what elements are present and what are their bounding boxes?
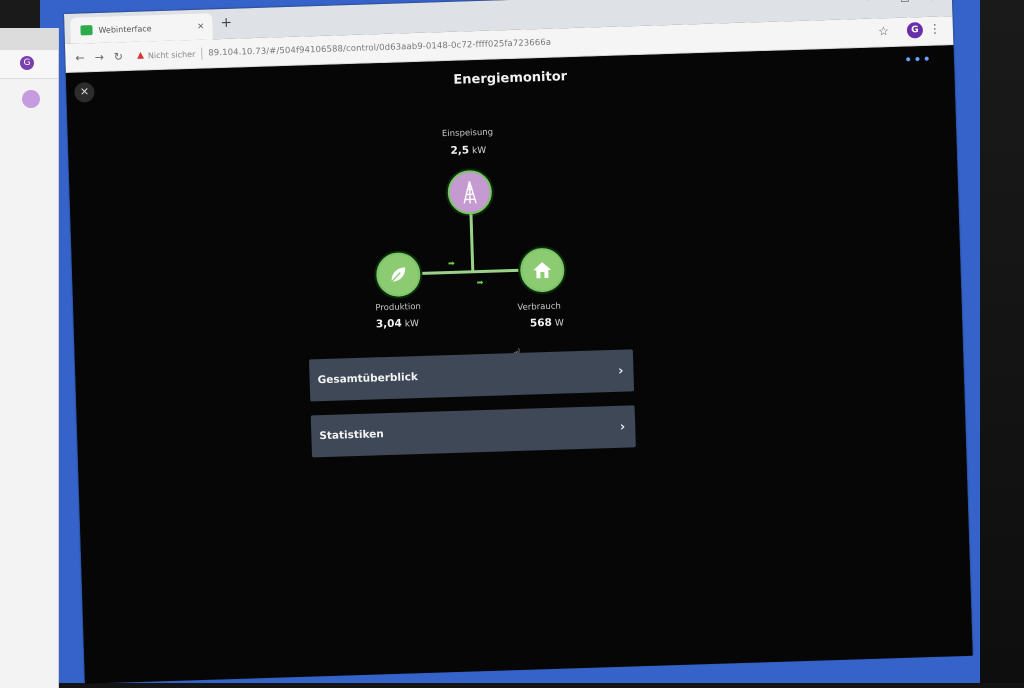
- grid-flow-line: [469, 214, 475, 273]
- chevron-right-icon: ›: [617, 363, 624, 379]
- production-label: Produktion: [375, 301, 422, 314]
- maximize-button[interactable]: ☐: [900, 0, 910, 5]
- url-divider: [201, 47, 203, 60]
- background-profile-icon: [22, 90, 40, 108]
- power-tower-icon: [463, 181, 477, 204]
- production-flow-line: [418, 268, 523, 275]
- menu-item-gesamtueberblick[interactable]: Gesamtüberblick ›: [308, 349, 635, 402]
- grid-label: Einspeisung: [441, 127, 494, 140]
- new-tab-button[interactable]: +: [220, 15, 232, 31]
- grid-value: 2,5 kW: [450, 144, 487, 157]
- security-status[interactable]: Nicht sicher: [148, 49, 196, 59]
- leaf-icon: [391, 267, 406, 283]
- favicon-icon: [80, 25, 93, 36]
- background-avatar: G: [20, 56, 34, 70]
- reload-button[interactable]: ↻: [114, 50, 124, 63]
- tab-close-icon[interactable]: ×: [197, 22, 205, 32]
- grid-node[interactable]: [447, 169, 493, 216]
- production-value: 3,04 kW: [375, 317, 420, 331]
- profile-avatar[interactable]: G: [906, 22, 924, 39]
- app-page: ✕ ••• Energiemonitor Einspeisung 2,5 kW ➡…: [65, 45, 973, 684]
- consumption-label: Verbrauch: [517, 301, 562, 313]
- flow-arrow-icon: ➡: [476, 277, 484, 288]
- window-close-button[interactable]: ×: [930, 0, 940, 4]
- background-tabbar: [0, 28, 58, 50]
- browser-window: Webinterface × + — ☐ × ← → ↻ ▲ Nicht sic…: [64, 0, 973, 684]
- production-node[interactable]: [375, 251, 422, 298]
- menu-item-label: Statistiken: [319, 428, 384, 443]
- tab-title: Webinterface: [98, 23, 152, 35]
- energy-flow-diagram: Einspeisung 2,5 kW ➡ ➡ Produktion 3,04 kW: [349, 109, 576, 336]
- warning-triangle-icon[interactable]: ▲: [137, 51, 144, 61]
- flow-arrow-icon: ➡: [447, 258, 455, 269]
- consumption-value: 568 W: [529, 316, 564, 330]
- chevron-right-icon: ›: [619, 419, 626, 435]
- background-toolbar: G: [0, 50, 58, 79]
- menu-item-label: Gesamtüberblick: [317, 371, 419, 387]
- address-bar[interactable]: 89.104.10.73/#/504f94106588/control/0d63…: [208, 38, 551, 59]
- background-browser-window: G: [0, 28, 59, 688]
- browser-menu-icon[interactable]: ⋮: [929, 21, 941, 35]
- house-icon: [533, 262, 552, 279]
- bookmark-star-icon[interactable]: ☆: [878, 24, 889, 38]
- consumption-node[interactable]: [519, 247, 565, 293]
- minimize-button[interactable]: —: [867, 0, 878, 6]
- menu-item-statistiken[interactable]: Statistiken ›: [310, 405, 636, 458]
- back-button[interactable]: ←: [75, 51, 85, 64]
- forward-button[interactable]: →: [94, 50, 104, 63]
